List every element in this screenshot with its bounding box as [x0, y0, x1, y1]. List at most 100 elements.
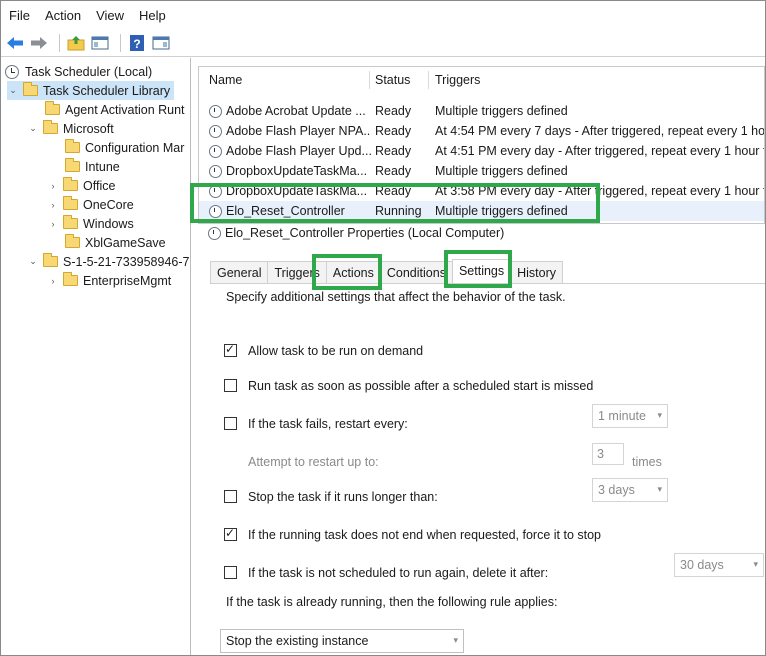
task-row-selected[interactable]: Elo_Reset_Controller Running Multiple tr… — [199, 201, 764, 221]
tab-history[interactable]: History — [510, 261, 564, 283]
column-header-triggers[interactable]: Triggers — [435, 73, 480, 87]
column-header-name[interactable]: Name — [209, 73, 242, 87]
tree-item-label: OneCore — [83, 197, 134, 212]
delete-after-checkbox[interactable] — [224, 566, 237, 579]
chevron-down-icon[interactable]: ⌄ — [7, 85, 19, 96]
task-row[interactable]: Adobe Acrobat Update ... Ready Multiple … — [199, 101, 764, 121]
tree-item-label: Task Scheduler Library — [43, 83, 171, 98]
task-status: Running — [375, 204, 422, 218]
back-button[interactable] — [5, 33, 25, 53]
forward-button[interactable] — [29, 33, 49, 53]
chevron-right-icon[interactable]: › — [47, 181, 59, 191]
tree-item-microsoft[interactable]: ⌄ Microsoft — [27, 119, 114, 138]
tree-item-windows[interactable]: › Windows — [47, 214, 134, 233]
tab-general[interactable]: General — [210, 261, 269, 283]
task-triggers: At 4:51 PM every day - After triggered, … — [435, 144, 765, 158]
task-triggers: At 3:58 PM every day - After triggered, … — [435, 184, 765, 198]
allow-demand-label: Allow task to be run on demand — [248, 344, 424, 358]
menu-file[interactable]: File — [9, 8, 30, 23]
folder-icon — [63, 177, 78, 191]
menu-view[interactable]: View — [96, 8, 124, 23]
chevron-right-icon[interactable]: › — [47, 276, 59, 286]
tree-item-label: Configuration Mar — [85, 140, 185, 155]
tree-item-task-scheduler-library[interactable]: ⌄ Task Scheduler Library — [7, 81, 175, 100]
up-folder-button[interactable] — [66, 33, 86, 53]
tree-item-onecore[interactable]: › OneCore — [47, 195, 134, 214]
tree-item-sid[interactable]: ⌄ S-1-5-21-733958946-7 — [27, 252, 189, 271]
show-action-pane-button[interactable] — [151, 33, 171, 53]
delete-after-label: If the task is not scheduled to run agai… — [248, 566, 549, 580]
stop-longer-checkbox[interactable] — [224, 490, 237, 503]
folder-icon — [65, 234, 80, 248]
tree-item-label: Microsoft — [63, 121, 114, 136]
tree-item-label: Windows — [83, 216, 134, 231]
task-icon — [209, 184, 222, 198]
tab-actions[interactable]: Actions — [325, 261, 381, 283]
chevron-down-icon[interactable]: ⌄ — [27, 123, 39, 134]
tab-triggers[interactable]: Triggers — [267, 261, 327, 283]
attempt-count-input[interactable]: 3 — [592, 443, 624, 465]
tree-item-task-scheduler-local[interactable]: Task Scheduler (Local) — [5, 62, 152, 81]
restart-every-label: If the task fails, restart every: — [248, 417, 408, 431]
tree-item-configuration[interactable]: Configuration Mar — [65, 138, 184, 157]
chevron-right-icon[interactable]: › — [47, 219, 59, 229]
restart-every-checkbox[interactable] — [224, 417, 237, 430]
force-stop-checkbox[interactable] — [224, 526, 237, 541]
task-triggers: Multiple triggers defined — [435, 104, 568, 118]
tree-item-label: Agent Activation Runt — [65, 102, 185, 117]
show-hide-console-button[interactable] — [90, 33, 110, 53]
task-icon — [209, 124, 222, 138]
delete-duration-value: 30 days — [680, 558, 724, 572]
tree-item-xblgamesave[interactable]: XblGameSave — [65, 233, 166, 252]
forward-arrow-icon — [31, 36, 47, 49]
task-row[interactable]: Adobe Flash Player Upd... Ready At 4:51 … — [199, 141, 765, 161]
svg-text:?: ? — [133, 37, 140, 51]
properties-title-text: Elo_Reset_Controller Properties (Local C… — [225, 226, 505, 240]
task-name: DropboxUpdateTaskMa... — [226, 184, 368, 198]
properties-title: Elo_Reset_Controller Properties (Local C… — [208, 226, 504, 240]
restart-interval-select[interactable]: 1 minute ▾ — [592, 404, 668, 428]
menu-help[interactable]: Help — [139, 8, 166, 23]
task-triggers: At 4:54 PM every 7 days - After triggere… — [435, 124, 765, 138]
task-name: Adobe Acrobat Update ... — [226, 104, 366, 118]
task-list: Name Status Triggers Adobe Acrobat Updat… — [198, 66, 765, 224]
chevron-down-icon[interactable]: ⌄ — [27, 256, 39, 267]
column-divider[interactable] — [369, 71, 370, 89]
clock-icon — [5, 64, 19, 79]
tree-item-agent-activation[interactable]: Agent Activation Runt — [45, 100, 185, 119]
run-asap-checkbox[interactable] — [224, 379, 237, 392]
run-asap-label: Run task as soon as possible after a sch… — [248, 379, 594, 393]
stop-duration-select[interactable]: 3 days ▾ — [592, 478, 668, 502]
settings-panel: Specify additional settings that affect … — [210, 283, 765, 656]
toolbar-separator — [59, 33, 60, 52]
menu-bar: File Action View Help — [1, 1, 765, 29]
menu-action[interactable]: Action — [45, 8, 81, 23]
settings-intro: Specify additional settings that affect … — [226, 290, 566, 304]
console-tree-icon — [91, 36, 109, 49]
running-rule-select[interactable]: Stop the existing instance ▾ — [220, 629, 464, 653]
tree-item-enterprisemgmt[interactable]: › EnterpriseMgmt — [47, 271, 171, 290]
task-row[interactable]: DropboxUpdateTaskMa... Ready At 3:58 PM … — [199, 181, 765, 201]
task-triggers: Multiple triggers defined — [435, 204, 568, 218]
tab-settings[interactable]: Settings — [451, 259, 512, 283]
column-header-status[interactable]: Status — [375, 73, 410, 87]
tree-item-label: XblGameSave — [85, 235, 166, 250]
chevron-right-icon[interactable]: › — [47, 200, 59, 210]
toolbar: ? — [1, 29, 765, 57]
tree-item-office[interactable]: › Office — [47, 176, 115, 195]
rule-label: If the task is already running, then the… — [226, 595, 558, 609]
task-name: Elo_Reset_Controller — [226, 204, 345, 218]
delete-duration-select[interactable]: 30 days ▾ — [674, 553, 764, 577]
allow-demand-checkbox[interactable] — [224, 342, 237, 357]
task-status: Ready — [375, 124, 412, 138]
back-arrow-icon — [7, 36, 23, 49]
tab-strip: General Triggers Actions Conditions Sett… — [210, 259, 564, 283]
tab-conditions[interactable]: Conditions — [379, 261, 453, 283]
task-row[interactable]: DropboxUpdateTaskMa... Ready Multiple tr… — [199, 161, 764, 181]
tree-item-intune[interactable]: Intune — [65, 157, 120, 176]
column-divider[interactable] — [428, 71, 429, 89]
task-properties-icon — [208, 226, 221, 240]
help-button[interactable]: ? — [127, 33, 147, 53]
task-row[interactable]: Adobe Flash Player NPA... Ready At 4:54 … — [199, 121, 765, 141]
task-icon — [209, 164, 222, 178]
